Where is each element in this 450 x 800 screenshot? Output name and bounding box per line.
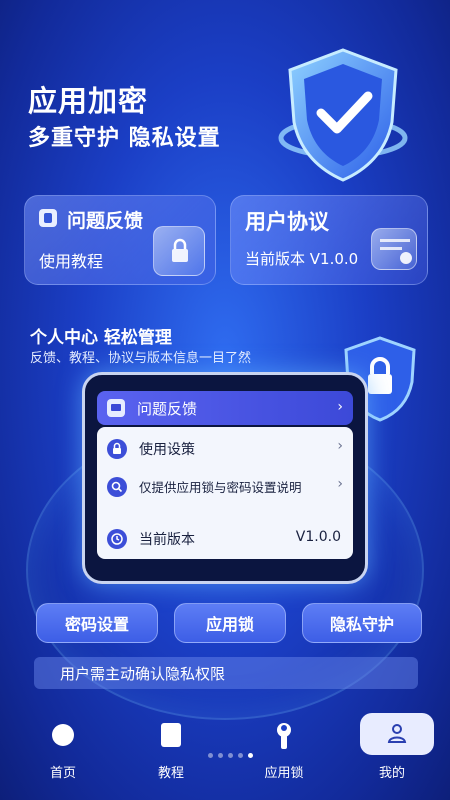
tab-label: 首页 [49,766,76,781]
wrench-icon [277,723,291,749]
tab-label: 应用锁 [264,766,304,781]
page-dot [208,753,213,758]
agreement-card-title: 用户协议 [245,210,329,234]
lock-tile-icon [153,226,205,276]
privacy-guard-button[interactable]: 隐私守护 [302,603,422,643]
page-indicator [208,753,253,758]
device-header-label: 问题反馈 [137,400,198,418]
list-item-label: 当前版本 [139,532,195,548]
settings-tile-icon [371,228,417,270]
privacy-notice-bar: 用户需主动确认隐私权限 [34,657,418,689]
feedback-card[interactable]: 问题反馈 使用教程 [24,195,216,285]
page-dot [248,753,253,758]
list-item-label: 使用设策 [139,442,195,458]
tab-label: 我的 [378,766,405,781]
person-icon [387,724,407,743]
list-item[interactable]: 使用设策 › [97,433,353,465]
search-icon [107,477,127,497]
feedback-card-title: 问题反馈 [67,210,144,232]
app-lock-button[interactable]: 应用锁 [174,603,286,643]
page-dot [228,753,233,758]
book-icon [161,723,181,747]
tab-label: 教程 [157,766,184,781]
chevron-right-icon: › [337,399,343,415]
flag-icon [107,399,125,417]
device-mockup: 问题反馈 › 使用设策 › 仅提供应用锁与密码设置说明 › 当前版本 V1.0.… [82,372,368,584]
hero-subtitle: 多重守护 隐私设置 [28,126,221,151]
device-list: 使用设策 › 仅提供应用锁与密码设置说明 › 当前版本 V1.0.0 [97,427,353,559]
tab-tutorial[interactable]: 教程 [121,705,221,795]
page-dot [238,753,243,758]
chevron-right-icon: › [337,438,343,454]
lock-icon [107,439,127,459]
list-item[interactable]: 当前版本 V1.0.0 [97,523,353,555]
version-text: 当前版本 V1.0.0 [245,250,359,268]
version-value: V1.0.0 [295,529,341,545]
chevron-right-icon: › [337,476,343,492]
agreement-card[interactable]: 用户协议 当前版本 V1.0.0 [230,195,428,285]
tab-home[interactable]: 首页 [13,705,113,795]
list-item[interactable]: 仅提供应用锁与密码设置说明 › [97,471,353,503]
tab-mine[interactable]: 我的 [342,705,442,795]
divider-line [30,296,420,306]
feedback-icon [39,209,57,227]
list-item-label: 仅提供应用锁与密码设置说明 [139,480,302,495]
hero-title: 应用加密 [28,84,149,118]
privacy-notice-text: 用户需主动确认隐私权限 [60,665,226,683]
shield-check-icon [278,48,408,182]
tab-applock[interactable]: 应用锁 [234,705,334,795]
page-dot [218,753,223,758]
section-subtitle: 反馈、教程、协议与版本信息一目了然 [30,351,252,366]
device-header-feedback[interactable]: 问题反馈 › [97,391,353,425]
clock-icon [107,529,127,549]
section-title: 个人中心 轻松管理 [30,328,172,348]
home-circle-icon [52,724,74,746]
password-settings-button[interactable]: 密码设置 [36,603,158,643]
feedback-card-subtitle: 使用教程 [39,252,104,271]
